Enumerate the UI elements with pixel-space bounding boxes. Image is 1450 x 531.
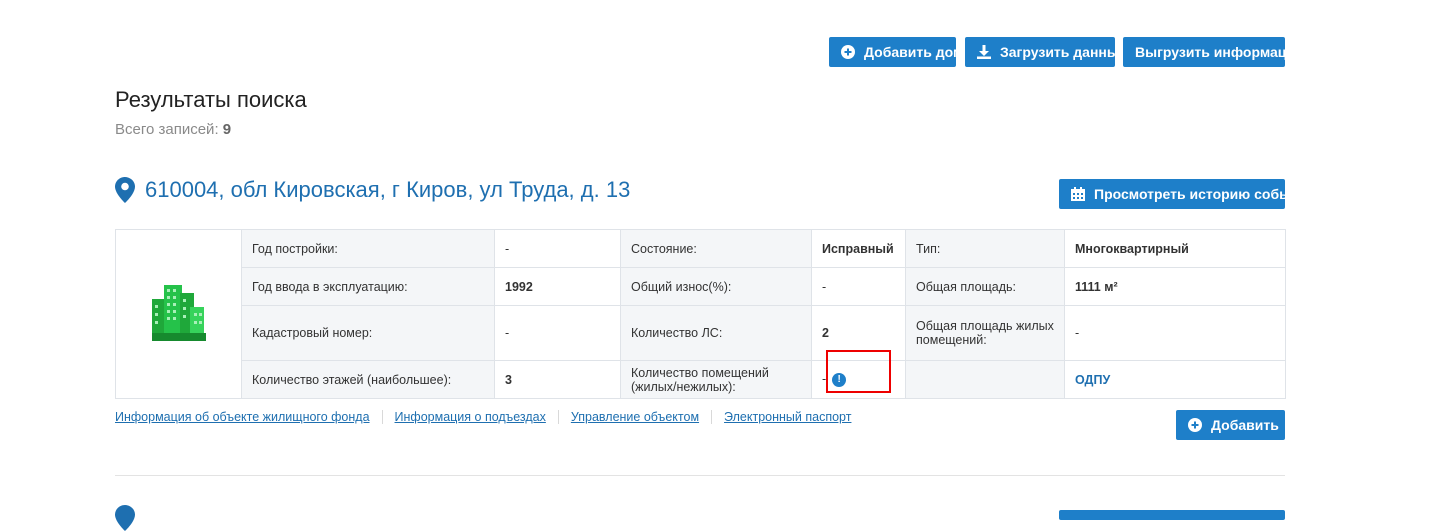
odpu-cell: ОДПУ bbox=[1064, 360, 1286, 399]
map-pin-icon bbox=[115, 505, 135, 531]
value-cadastral: - bbox=[494, 305, 621, 361]
export-info-button[interactable]: Выгрузить информацию bbox=[1123, 37, 1307, 67]
label-build-year: Год постройки: bbox=[241, 229, 495, 268]
value-living-area: - bbox=[1064, 305, 1286, 361]
map-pin-icon bbox=[115, 177, 135, 203]
label-commission-year: Год ввода в эксплуатацию: bbox=[241, 267, 495, 306]
label-wear: Общий износ(%): bbox=[620, 267, 812, 306]
download-icon bbox=[977, 45, 991, 59]
table-row: Год ввода в эксплуатацию: 1992 Общий изн… bbox=[116, 267, 1286, 306]
records-count-value: 9 bbox=[222, 121, 232, 138]
page-title: Результаты поиска bbox=[115, 87, 307, 112]
house-info-table: Год постройки: - Состояние: Исправный Ти… bbox=[115, 229, 1286, 399]
next-record-address[interactable] bbox=[115, 505, 135, 531]
odpu-link[interactable]: ОДПУ bbox=[1075, 373, 1110, 387]
building-image bbox=[115, 229, 242, 399]
add-button[interactable]: Добавить bbox=[1176, 410, 1285, 440]
value-build-year: - bbox=[494, 229, 621, 268]
table-row: Год постройки: - Состояние: Исправный Ти… bbox=[115, 229, 1286, 399]
label-floors: Количество этажей (наибольшее): bbox=[241, 360, 495, 399]
link-entrances[interactable]: Информация о подъездах bbox=[381, 410, 558, 424]
link-management[interactable]: Управление объектом bbox=[557, 410, 711, 424]
label-accounts: Количество ЛС: bbox=[620, 305, 812, 361]
next-history-button[interactable] bbox=[1059, 510, 1285, 520]
highlight-box bbox=[826, 350, 891, 393]
records-count: Всего записей: 9 bbox=[115, 121, 231, 138]
record-address[interactable]: 610004, обл Кировская, г Киров, ул Труда… bbox=[115, 177, 630, 203]
label-cadastral: Кадастровый номер: bbox=[241, 305, 495, 361]
label-condition: Состояние: bbox=[620, 229, 812, 268]
link-housing-info[interactable]: Информация об объекте жилищного фонда bbox=[115, 410, 382, 424]
value-type: Многоквартирный bbox=[1064, 229, 1286, 268]
add-label: Добавить bbox=[1211, 417, 1279, 433]
value-commission-year: 1992 bbox=[494, 267, 621, 306]
building-icon bbox=[151, 284, 206, 341]
label-living-area: Общая площадь жилых помещений: bbox=[905, 305, 1065, 361]
record-links: Информация об объекте жилищного фонда Ин… bbox=[115, 410, 863, 424]
add-house-button[interactable]: Добавить дом bbox=[829, 37, 963, 67]
export-info-label: Выгрузить информацию bbox=[1135, 44, 1307, 60]
link-passport[interactable]: Электронный паспорт bbox=[711, 410, 863, 424]
view-history-button[interactable]: Просмотреть историю событий bbox=[1059, 179, 1315, 209]
value-wear: - bbox=[811, 267, 906, 306]
value-condition: Исправный bbox=[811, 229, 906, 268]
add-house-label: Добавить дом bbox=[864, 44, 964, 60]
divider bbox=[115, 475, 1285, 476]
upload-data-button[interactable]: Загрузить данные bbox=[965, 37, 1127, 67]
label-total-area: Общая площадь: bbox=[905, 267, 1065, 306]
label-empty bbox=[905, 360, 1065, 399]
value-floors: 3 bbox=[494, 360, 621, 399]
table-row: Кадастровый номер: - Количество ЛС: 2 Об… bbox=[116, 305, 1286, 361]
calendar-icon bbox=[1071, 187, 1085, 201]
record-address-text: 610004, обл Кировская, г Киров, ул Труда… bbox=[145, 177, 631, 202]
view-history-label: Просмотреть историю событий bbox=[1094, 186, 1316, 202]
plus-circle-icon bbox=[841, 45, 855, 59]
table-row: Количество этажей (наибольшее): 3 Количе… bbox=[116, 360, 1286, 399]
upload-data-label: Загрузить данные bbox=[1000, 44, 1127, 60]
plus-circle-icon bbox=[1188, 418, 1202, 432]
label-type: Тип: bbox=[905, 229, 1065, 268]
label-premises: Количество помещений (жилых/нежилых): bbox=[620, 360, 812, 399]
records-count-label: Всего записей: bbox=[115, 121, 219, 138]
value-total-area: 1111 м² bbox=[1064, 267, 1286, 306]
